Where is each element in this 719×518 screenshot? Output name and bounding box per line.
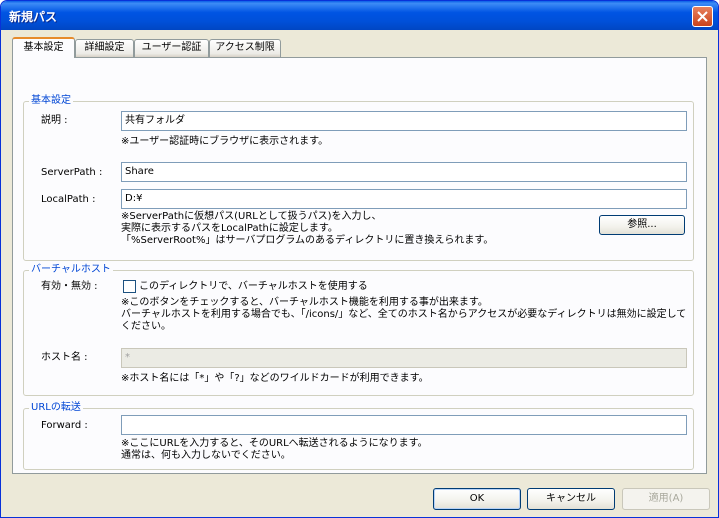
tab-user-auth[interactable]: ユーザー認証 bbox=[134, 39, 209, 57]
localpath-note-3: 「%ServerRoot%」はサーバプログラムのあるディレクトリに置き換えられま… bbox=[121, 235, 494, 246]
tab-access-restriction[interactable]: アクセス制限 bbox=[209, 39, 281, 57]
description-note: ※ユーザー認証時にブラウザに表示されます。 bbox=[121, 136, 329, 147]
apply-button[interactable]: 適用(A) bbox=[622, 488, 710, 510]
hostname-field[interactable]: * bbox=[121, 348, 687, 368]
group-title-virtualhost: バーチャルホスト bbox=[29, 264, 113, 276]
description-label: 説明 : bbox=[41, 115, 68, 126]
enable-label: 有効・無効 : bbox=[41, 281, 98, 292]
cancel-button[interactable]: キャンセル bbox=[527, 488, 615, 510]
virtualhost-checkbox[interactable] bbox=[123, 280, 136, 293]
forward-label: Forward : bbox=[41, 420, 88, 431]
localpath-note-1: ※ServerPathに仮想パス(URLとして扱うパス)を入力し、 bbox=[121, 211, 382, 222]
group-title-forward: URLの転送 bbox=[29, 402, 83, 414]
close-icon bbox=[697, 11, 708, 22]
localpath-label: LocalPath : bbox=[41, 194, 96, 205]
dialog-client: 基本設定 詳細設定 ユーザー認証 アクセス制限 基本設定 説明 : 共有フォルダ… bbox=[4, 30, 715, 516]
virtualhost-checkbox-label[interactable]: このディレクトリで、バーチャルホストを使用する bbox=[139, 281, 368, 293]
group-title-basic: 基本設定 bbox=[29, 95, 73, 107]
description-field[interactable]: 共有フォルダ bbox=[121, 111, 687, 131]
forward-field[interactable] bbox=[121, 415, 687, 435]
virtualhost-note-3: ください。 bbox=[121, 321, 171, 332]
tab-panel-basic: 基本設定 説明 : 共有フォルダ ※ユーザー認証時にブラウザに表示されます。 S… bbox=[12, 57, 707, 474]
virtualhost-note-1: ※このボタンをチェックすると、バーチャルホスト機能を利用する事が出来ます。 bbox=[121, 297, 488, 308]
virtualhost-note-2: バーチャルホストを利用する場合でも、「/icons/」など、全てのホスト名からア… bbox=[121, 309, 687, 320]
serverpath-label: ServerPath : bbox=[41, 167, 103, 178]
forward-note-1: ※ここにURLを入力すると、そのURLへ転送されるようになります。 bbox=[121, 438, 428, 449]
hostname-note: ※ホスト名には「*」や「?」などのワイルドカードが利用できます。 bbox=[121, 373, 429, 384]
browse-button[interactable]: 参照... bbox=[599, 215, 685, 235]
serverpath-field[interactable]: Share bbox=[121, 162, 687, 182]
forward-note-2: 通常は、何も入力しないでください。 bbox=[121, 450, 291, 461]
tab-advanced[interactable]: 詳細設定 bbox=[75, 39, 134, 57]
window-title: 新規パス bbox=[9, 10, 58, 24]
localpath-field[interactable]: D:¥ bbox=[121, 189, 687, 209]
close-button[interactable] bbox=[692, 6, 713, 27]
title-bar[interactable]: 新規パス bbox=[1, 1, 718, 30]
localpath-note-2: 実際に表示するパスをLocalPathに設定します。 bbox=[121, 223, 338, 234]
ok-button[interactable]: OK bbox=[433, 488, 521, 510]
tab-basic[interactable]: 基本設定 bbox=[12, 37, 75, 58]
dialog-window: 新規パス 基本設定 詳細設定 ユーザー認証 アクセス制限 基本設定 説明 : 共… bbox=[0, 0, 719, 518]
hostname-label: ホスト名 : bbox=[41, 352, 88, 363]
